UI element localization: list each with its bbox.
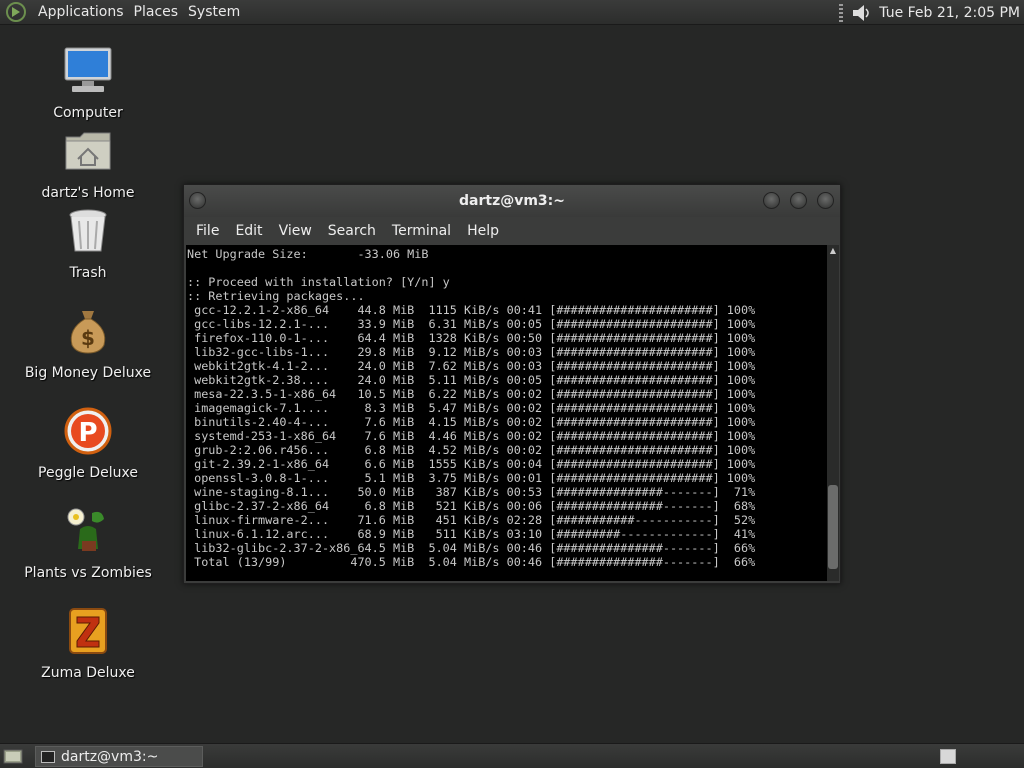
- terminal-line: :: Retrieving packages...: [187, 289, 365, 303]
- desktop-icon-home[interactable]: dartz's Home: [18, 125, 158, 201]
- applications-menu[interactable]: Applications: [33, 4, 129, 20]
- bottom-panel: dartz@vm3:~: [0, 743, 1024, 768]
- menu-search[interactable]: Search: [320, 223, 384, 239]
- terminal-line: wine-staging-8.1... 50.0 MiB 387 KiB/s 0…: [187, 485, 756, 499]
- terminal-line: imagemagick-7.1.... 8.3 MiB 5.47 MiB/s 0…: [187, 401, 756, 415]
- terminal-line: webkit2gtk-4.1-2... 24.0 MiB 7.62 MiB/s …: [187, 359, 756, 373]
- clock[interactable]: Tue Feb 21, 2:05 PM: [879, 5, 1020, 21]
- terminal-line: Net Upgrade Size: -33.06 MiB: [187, 247, 429, 261]
- terminal-line: mesa-22.3.5-1-x86_64 10.5 MiB 6.22 MiB/s…: [187, 387, 756, 401]
- terminal-line: firefox-110.0-1-... 64.4 MiB 1328 KiB/s …: [187, 331, 756, 345]
- home-folder-icon: [65, 132, 111, 170]
- desktop-icon-plants-vs-zombies[interactable]: Plants vs Zombies: [18, 505, 158, 581]
- terminal-line: :: Proceed with installation? [Y/n] y: [187, 275, 450, 289]
- terminal-line: webkit2gtk-2.38.... 24.0 MiB 5.11 MiB/s …: [187, 373, 756, 387]
- menu-edit[interactable]: Edit: [227, 223, 270, 239]
- terminal-line: linux-firmware-2... 71.6 MiB 451 KiB/s 0…: [187, 513, 756, 527]
- terminal-line: openssl-3.0.8-1-... 5.1 MiB 3.75 MiB/s 0…: [187, 471, 756, 485]
- desktop-icon-label: Trash: [69, 265, 107, 281]
- desktop-icon-label: Big Money Deluxe: [24, 365, 152, 381]
- desktop-icon-label: Zuma Deluxe: [41, 665, 135, 681]
- panel-handle: [839, 3, 844, 22]
- volume-icon[interactable]: [851, 3, 873, 23]
- desktop-icon-label: Computer: [53, 105, 123, 121]
- terminal-line: Total (13/99) 470.5 MiB 5.04 MiB/s 00:46…: [187, 555, 756, 569]
- desktop-icon-label: Plants vs Zombies: [24, 565, 152, 581]
- system-menu[interactable]: System: [183, 4, 245, 20]
- scrollbar-thumb[interactable]: [828, 485, 838, 569]
- terminal-line: git-2.39.2-1-x86_64 6.6 MiB 1555 KiB/s 0…: [187, 457, 756, 471]
- close-button[interactable]: [817, 192, 834, 209]
- show-desktop-icon[interactable]: [3, 748, 23, 765]
- plants-vs-zombies-icon: [67, 508, 104, 551]
- taskbar-button-terminal[interactable]: dartz@vm3:~: [35, 746, 203, 767]
- terminal-line: systemd-253-1-x86_64 7.6 MiB 4.46 MiB/s …: [187, 429, 756, 443]
- desktop-icon-trash[interactable]: Trash: [18, 205, 158, 281]
- terminal-window: dartz@vm3:~ File Edit View Search Termin…: [183, 184, 841, 584]
- svg-text:$: $: [81, 326, 95, 350]
- menu-view[interactable]: View: [271, 223, 320, 239]
- terminal-line: lib32-glibc-2.37-2-x86_64.5 MiB 5.04 MiB…: [187, 541, 756, 555]
- menu-terminal[interactable]: Terminal: [384, 223, 459, 239]
- scroll-up-arrow-icon[interactable]: ▲: [827, 245, 839, 257]
- terminal-line: lib32-gcc-libs-1... 29.8 MiB 9.12 MiB/s …: [187, 345, 756, 359]
- maximize-button[interactable]: [790, 192, 807, 209]
- desktop-icon-label: dartz's Home: [41, 185, 135, 201]
- peggle-icon: P: [64, 407, 112, 455]
- taskbar-label: dartz@vm3:~: [61, 748, 159, 765]
- desktop-icon-peggle[interactable]: P Peggle Deluxe: [18, 405, 158, 481]
- menu-file[interactable]: File: [188, 223, 227, 239]
- scrollbar[interactable]: ▲: [827, 245, 839, 581]
- title-bar[interactable]: dartz@vm3:~: [184, 185, 840, 217]
- menu-help[interactable]: Help: [459, 223, 507, 239]
- zuma-icon: [69, 608, 107, 654]
- terminal-line: gcc-12.2.1-2-x86_64 44.8 MiB 1115 KiB/s …: [187, 303, 756, 317]
- terminal-menubar: File Edit View Search Terminal Help: [184, 217, 840, 245]
- window-menu-icon[interactable]: [189, 192, 206, 209]
- terminal-line: glibc-2.37-2-x86_64 6.8 MiB 521 KiB/s 00…: [187, 499, 756, 513]
- terminal-line: gcc-libs-12.2.1-... 33.9 MiB 6.31 MiB/s …: [187, 317, 756, 331]
- places-menu[interactable]: Places: [129, 4, 184, 20]
- top-panel: Applications Places System Tue Feb 21, 2…: [0, 0, 1024, 25]
- desktop-icon-zuma[interactable]: Zuma Deluxe: [18, 605, 158, 681]
- trash-icon: [69, 209, 107, 252]
- computer-icon: [64, 47, 112, 92]
- terminal-output[interactable]: Net Upgrade Size: -33.06 MiB :: Proceed …: [186, 245, 829, 581]
- minimize-button[interactable]: [763, 192, 780, 209]
- window-title: dartz@vm3:~: [459, 193, 565, 209]
- desktop-icon-computer[interactable]: Computer: [18, 45, 158, 121]
- terminal-line: binutils-2.40-4-... 7.6 MiB 4.15 MiB/s 0…: [187, 415, 756, 429]
- terminal-icon: [41, 750, 55, 763]
- terminal-line: linux-6.1.12.arc... 68.9 MiB 511 KiB/s 0…: [187, 527, 756, 541]
- distro-logo-icon[interactable]: [5, 1, 27, 23]
- money-bag-icon: $: [70, 311, 106, 354]
- workspace-switcher[interactable]: [940, 749, 956, 764]
- desktop-icon-big-money[interactable]: $ Big Money Deluxe: [18, 305, 158, 381]
- terminal-line: grub-2:2.06.r456... 6.8 MiB 4.52 MiB/s 0…: [187, 443, 756, 457]
- desktop-icon-label: Peggle Deluxe: [38, 465, 138, 481]
- svg-text:P: P: [78, 418, 97, 448]
